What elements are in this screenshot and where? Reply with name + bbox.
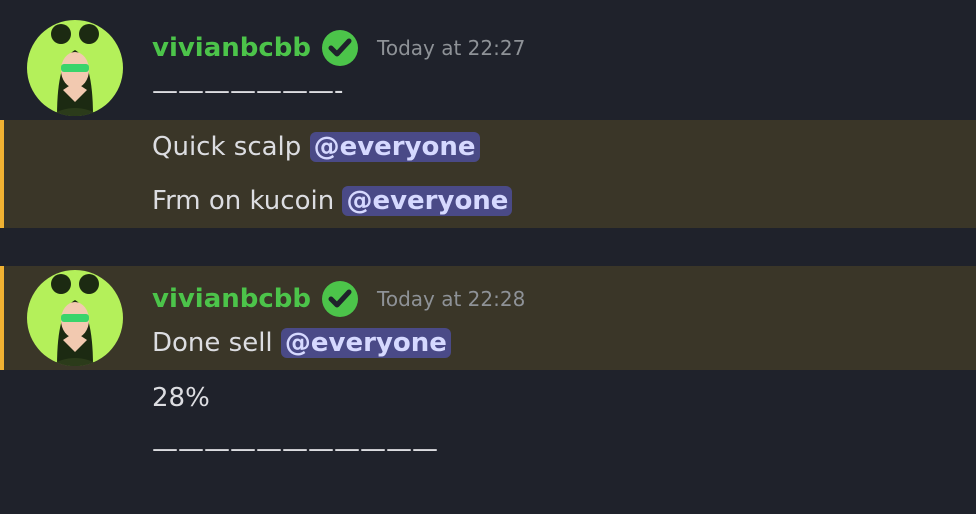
- message-text: ———————————: [152, 434, 438, 464]
- mention-everyone[interactable]: @everyone: [280, 328, 451, 358]
- user-avatar-icon[interactable]: [27, 270, 123, 366]
- chat-message-list: vivianbcbb Today at 22:27 ———————- Quick …: [0, 0, 976, 514]
- message-text: ———————-: [152, 76, 344, 106]
- mention-everyone[interactable]: @everyone: [309, 132, 480, 162]
- message-text: 28%: [152, 383, 210, 413]
- verified-check-icon: [321, 280, 359, 318]
- message-line: ———————-: [152, 74, 343, 108]
- timestamp: Today at 22:27: [377, 36, 526, 60]
- message-line: Done sell @everyone: [152, 326, 451, 360]
- message-line: ———————————: [152, 432, 438, 466]
- message-line: Frm on kucoin @everyone: [152, 184, 513, 218]
- username[interactable]: vivianbcbb: [152, 33, 311, 63]
- message-text: Frm on kucoin: [152, 186, 343, 216]
- verified-check-icon: [321, 29, 359, 67]
- message-line: 28%: [152, 381, 210, 415]
- username[interactable]: vivianbcbb: [152, 284, 311, 314]
- message-text: Quick scalp: [152, 132, 310, 162]
- message-line: Quick scalp @everyone: [152, 130, 480, 164]
- message-header: vivianbcbb Today at 22:28: [152, 280, 525, 318]
- timestamp: Today at 22:28: [377, 287, 526, 311]
- user-avatar-icon[interactable]: [27, 20, 123, 116]
- message-header: vivianbcbb Today at 22:27: [152, 29, 525, 67]
- message-text: Done sell: [152, 328, 281, 358]
- mention-everyone[interactable]: @everyone: [342, 186, 513, 216]
